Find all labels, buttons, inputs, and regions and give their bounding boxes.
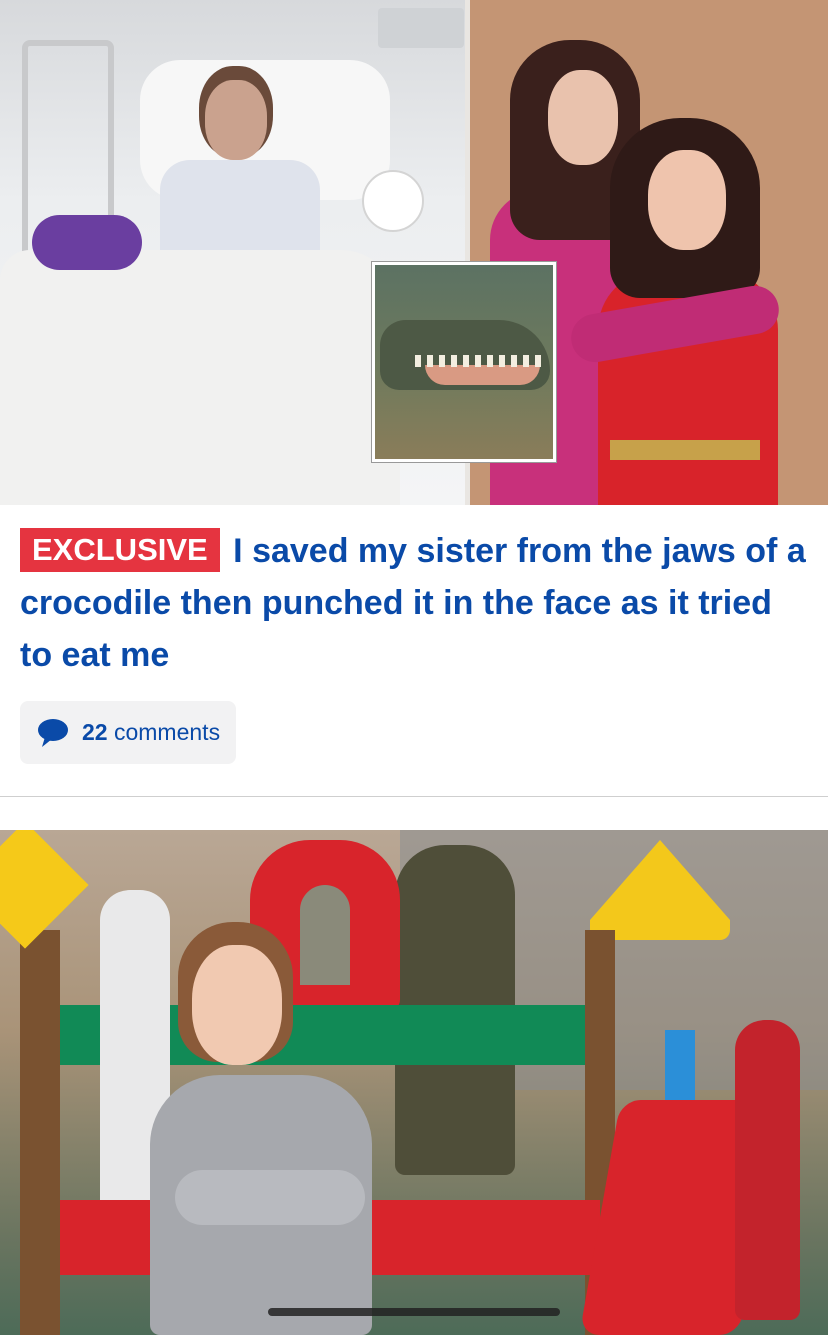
home-indicator[interactable] xyxy=(268,1308,560,1316)
comments-button[interactable]: 22 comments xyxy=(20,701,237,764)
window-shape xyxy=(300,885,350,985)
patient-head-shape xyxy=(205,80,267,160)
crossed-arms-shape xyxy=(175,1170,365,1225)
wooden-post-shape xyxy=(20,930,60,1335)
article-teaser: EXCLUSIVE I saved my sister from the jaw… xyxy=(0,525,828,764)
next-article-image[interactable] xyxy=(0,830,828,1335)
comments-number: 22 xyxy=(82,719,108,745)
face-shape xyxy=(548,70,618,165)
blanket-shape xyxy=(0,250,400,505)
girl-face-shape xyxy=(192,945,282,1065)
monitor-shape xyxy=(378,8,464,48)
article-headline[interactable]: EXCLUSIVE I saved my sister from the jaw… xyxy=(20,525,808,681)
comment-bubble-icon xyxy=(38,718,68,747)
plush-toy-shape xyxy=(32,215,142,270)
background-child-shape xyxy=(735,1020,800,1320)
comments-count: 22 comments xyxy=(82,719,220,746)
crocodile-mouth-shape xyxy=(425,365,540,385)
hero-image[interactable] xyxy=(0,0,828,505)
belt-shape xyxy=(610,440,760,460)
crocodile-teeth-shape xyxy=(415,355,545,367)
face-shape xyxy=(648,150,726,250)
toilet-roll-shape xyxy=(362,170,424,232)
exclusive-badge: EXCLUSIVE xyxy=(20,528,220,572)
divider xyxy=(0,796,828,797)
crocodile-inset-photo xyxy=(372,262,556,462)
comments-label: comments xyxy=(113,719,221,745)
